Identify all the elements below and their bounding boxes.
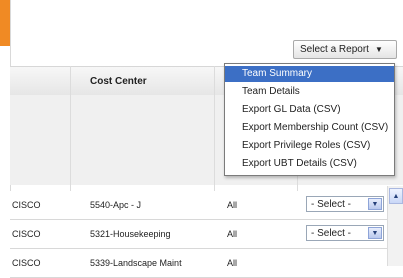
select-report-label: Select a Report (300, 44, 369, 55)
menu-item-team-summary[interactable]: Team Summary (225, 66, 394, 82)
menu-item-team-details[interactable]: Team Details (225, 84, 394, 100)
column-header-cost-center: Cost Center (90, 76, 147, 87)
menu-item-export-ubt-details[interactable]: Export UBT Details (CSV) (225, 156, 394, 172)
row-cost-center: 5321-Housekeeping (90, 229, 171, 239)
table-row: CISCO 5321-Housekeeping All - Select - ▼ (10, 220, 403, 249)
row-scope: All (227, 229, 238, 239)
chevron-down-icon[interactable]: ▼ (368, 198, 382, 210)
row-scope: All (227, 258, 238, 268)
chevron-down-icon[interactable]: ▼ (368, 227, 382, 239)
row-scope: All (227, 200, 238, 210)
row-cost-center: 5339-Landscape Maint (90, 258, 182, 268)
row-action-select[interactable]: - Select - ▼ (306, 196, 384, 212)
select-report-button[interactable]: Select a Report ▼ (293, 40, 397, 59)
table-row: CISCO 5339-Landscape Maint All (10, 249, 403, 278)
row-cost-center: 5540-Apc - J (90, 200, 142, 210)
row-action-select-value: - Select - (311, 198, 352, 210)
row-action-select-value: - Select - (311, 227, 352, 239)
brand-accent-tab (0, 0, 10, 46)
table-scrollbar[interactable]: ▲ (387, 186, 403, 266)
menu-item-export-gl-data[interactable]: Export GL Data (CSV) (225, 102, 394, 118)
chevron-up-icon[interactable]: ▲ (389, 188, 403, 204)
menu-item-export-privilege-roles[interactable]: Export Privilege Roles (CSV) (225, 138, 394, 154)
row-org: CISCO (12, 200, 41, 210)
report-menu: Team Summary Team Details Export GL Data… (224, 63, 395, 176)
menu-item-export-membership-count[interactable]: Export Membership Count (CSV) (225, 120, 394, 136)
row-action-select[interactable]: - Select - ▼ (306, 225, 384, 241)
row-org: CISCO (12, 258, 41, 268)
caret-down-icon: ▼ (374, 45, 383, 54)
table-row: CISCO 5540-Apc - J All - Select - ▼ (10, 191, 403, 220)
row-org: CISCO (12, 229, 41, 239)
